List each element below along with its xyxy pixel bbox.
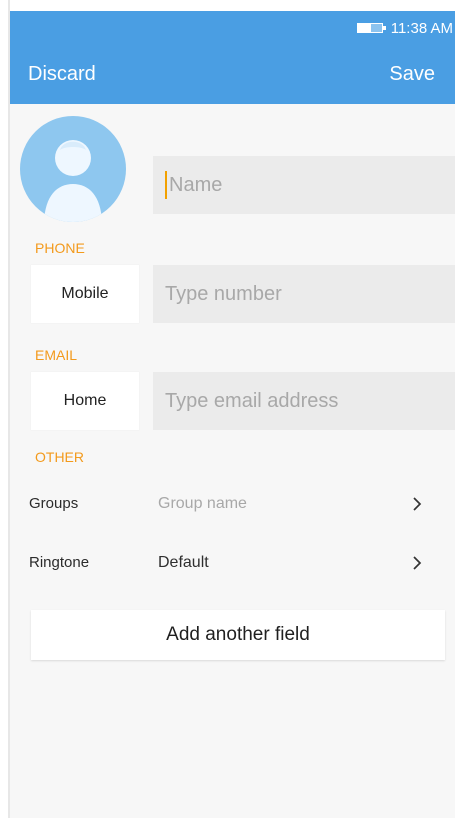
email-placeholder: Type email address [165,389,339,412]
email-section-label: EMAIL [35,347,78,363]
groups-value: Group name [158,495,247,512]
chevron-right-icon [410,554,424,572]
groups-label: Groups [29,495,79,512]
other-section-label: OTHER [35,449,84,465]
ringtone-label: Ringtone [29,554,90,571]
chevron-right-icon [410,495,424,513]
phone-section-label: PHONE [35,240,85,256]
email-address-input[interactable]: Type email address [153,372,455,430]
person-avatar-icon[interactable] [20,116,126,222]
name-placeholder: Name [169,173,223,196]
battery-icon [356,23,386,33]
avatar-silhouette [44,140,102,222]
text-cursor [165,171,167,199]
add-another-field-button[interactable]: Add another field [31,610,445,660]
phone-number-input[interactable]: Type number [153,265,455,323]
save-button[interactable]: Save [389,63,435,86]
name-field[interactable]: Name [153,156,455,214]
app-header: 11:38 AM Discard Save [10,11,455,104]
status-bar: 11:38 AM [356,18,453,38]
email-type-selector[interactable]: Home [31,372,139,430]
ringtone-row[interactable]: Ringtone Default [10,534,455,592]
status-time: 11:38 AM [390,19,453,37]
ringtone-value: Default [158,554,209,571]
phone-placeholder: Type number [165,282,282,305]
discard-button[interactable]: Discard [28,63,96,86]
groups-row[interactable]: Groups Group name [10,475,455,533]
contact-editor: Name PHONE Mobile Type number EMAIL Home… [10,104,455,818]
phone-type-selector[interactable]: Mobile [31,265,139,323]
